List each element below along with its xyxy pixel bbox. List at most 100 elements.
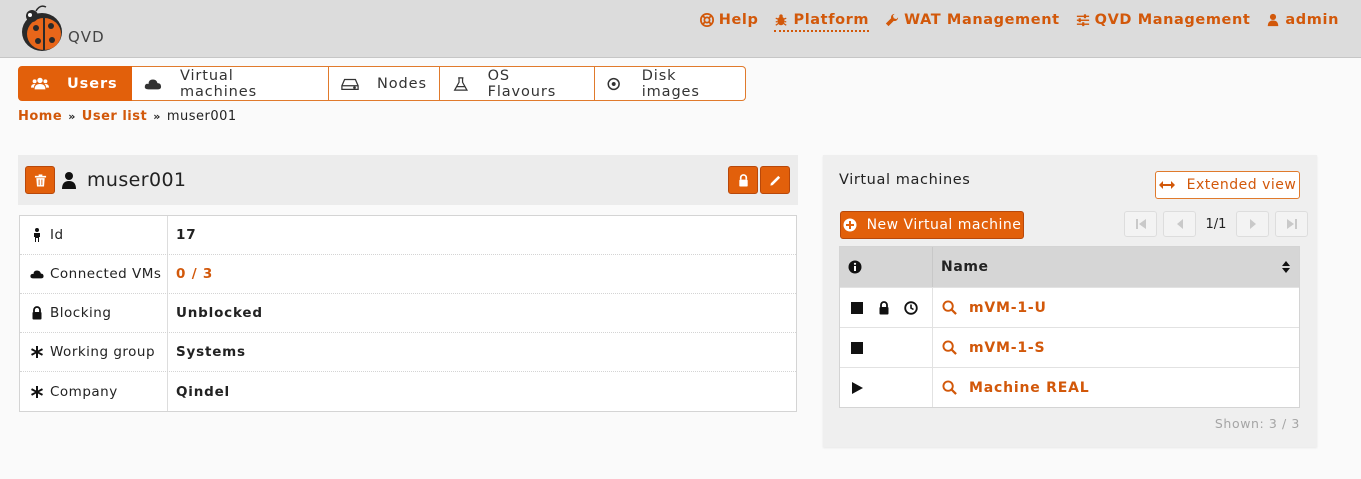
breadcrumb-home[interactable]: Home [18,109,62,124]
cloud-icon [144,79,162,89]
nav-admin-label: admin [1285,12,1339,28]
detail-label: Id [50,227,64,243]
delete-button[interactable] [25,166,55,194]
detail-row-blocking: Blocking Unblocked [20,294,796,333]
info-icon [848,260,862,274]
section-tabs: Users Virtual machines Nodes OS Flavours… [18,66,746,101]
nav-qvd-label: QVD Management [1094,12,1251,28]
detail-key: Blocking [20,294,168,332]
stop-icon [851,301,863,314]
detail-row-id: Id 17 [20,216,796,255]
tab-disk-label: Disk images [641,67,700,100]
search-icon [942,380,957,395]
vm-link[interactable]: Machine REAL [933,368,1299,407]
nav-admin[interactable]: admin [1266,9,1339,31]
detail-row-company: Company Qindel [20,372,796,411]
detail-key: Id [20,216,168,254]
detail-label: Connected VMs [50,266,162,282]
table-row: Machine REAL [840,367,1299,407]
tab-vm-label: Virtual machines [179,67,258,100]
vm-status-cell [840,368,933,407]
new-vm-button[interactable]: New Virtual machine [840,211,1024,239]
nav-platform-label: Platform [793,11,870,28]
vm-panel-title: Virtual machines [839,172,971,188]
detail-key: Company [20,372,168,411]
tab-users-label: Users [67,75,118,92]
nav-wat-label: WAT Management [904,12,1060,28]
tab-virtual-machines[interactable]: Virtual machines [132,66,329,101]
arrows-horizontal-icon [1158,181,1175,189]
prev-page-button[interactable] [1163,211,1196,237]
top-nav: Help Platform WAT Management QVD Managem… [684,9,1339,32]
nav-help[interactable]: Help [699,9,759,31]
stop-icon [851,341,863,354]
plus-circle-icon [843,218,857,232]
lock-icon [879,300,889,314]
tab-disk-images[interactable]: Disk images [595,66,746,101]
bug-icon [775,13,788,26]
last-page-button[interactable] [1275,211,1308,237]
nav-qvd-management[interactable]: QVD Management [1076,9,1251,31]
nav-platform[interactable]: Platform [774,9,870,32]
table-row: mVM-1-U [840,287,1299,327]
step-backward-icon [1135,219,1146,229]
connected-vms-link[interactable]: 0 / 3 [168,255,213,293]
detail-value: Systems [176,344,246,360]
breadcrumb-current: muser001 [166,109,237,124]
shown-count: Shown: 3 / 3 [1214,416,1300,431]
user-icon [1268,13,1279,27]
top-header: QVD Help Platform WAT Management QVD Man… [0,0,1361,58]
block-button[interactable] [728,166,758,194]
tab-nodes-label: Nodes [377,75,427,92]
next-page-button[interactable] [1236,211,1269,237]
name-column-label: Name [941,259,989,275]
vm-name: mVM-1-U [969,299,1047,316]
extended-view-label: Extended view [1186,177,1297,193]
breadcrumb-user-list[interactable]: User list [82,109,147,124]
detail-row-connected-vms: Connected VMs 0 / 3 [20,255,796,294]
virtual-machines-panel: Virtual machines Extended view New Virtu… [823,155,1317,447]
lock-icon [32,306,42,320]
vm-name: Machine REAL [969,379,1090,396]
detail-label: Blocking [50,305,112,321]
vm-name: mVM-1-S [969,339,1046,356]
vm-table: Name mVM-1-U mVM-1-S Machine REAL [839,246,1300,408]
hdd-icon [341,78,359,90]
triangle-right-icon [1249,219,1256,229]
vm-link[interactable]: mVM-1-U [933,288,1299,327]
extended-view-button[interactable]: Extended view [1155,171,1300,199]
sort-icon [1282,261,1290,273]
detail-value: Qindel [176,383,230,400]
detail-value: Unblocked [176,305,263,321]
user-title: muser001 [61,169,186,191]
tab-os-flavours[interactable]: OS Flavours [440,66,595,101]
breadcrumb-separator: » [153,110,161,123]
wrench-icon [886,13,899,27]
sliders-icon [1076,14,1089,27]
page-indicator: 1/1 [1205,216,1227,232]
flask-icon [453,76,469,91]
tab-nodes[interactable]: Nodes [329,66,440,101]
detail-key: Working group [20,333,168,371]
first-page-button[interactable] [1124,211,1157,237]
pencil-icon [769,175,780,186]
search-icon [942,340,957,355]
trash-icon [34,173,46,187]
svg-text:QVD: QVD [68,28,105,46]
qvd-logo[interactable]: QVD [16,4,126,54]
vm-link[interactable]: mVM-1-S [933,328,1299,367]
user-name: muser001 [87,169,187,191]
tab-users[interactable]: Users [18,66,132,101]
detail-label: Company [50,383,118,400]
name-column-header[interactable]: Name [933,247,1299,287]
pagination: 1/1 [1124,211,1308,237]
users-icon [31,77,49,89]
nav-wat-management[interactable]: WAT Management [885,9,1060,31]
edit-button[interactable] [760,166,790,194]
user-header: muser001 [18,155,798,205]
cloud-icon [30,270,44,279]
new-vm-label: New Virtual machine [866,217,1022,233]
info-column-header [840,247,933,287]
vm-status-cell [840,288,933,327]
nav-help-label: Help [718,12,759,28]
